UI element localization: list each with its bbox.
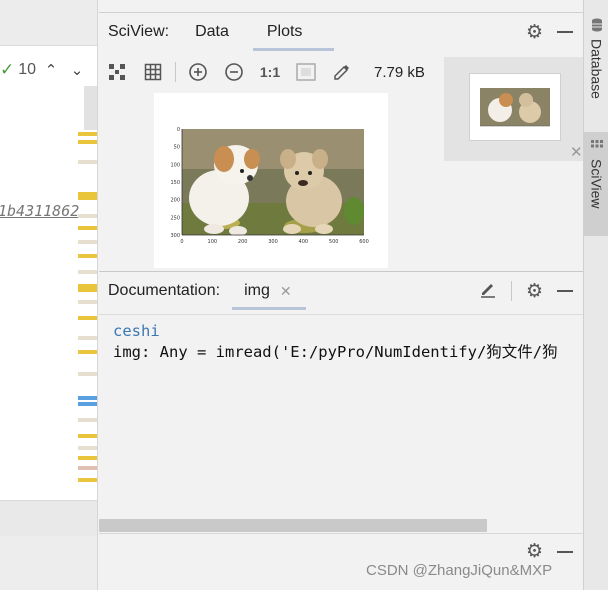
- y-tick-label: 250: [170, 215, 180, 221]
- y-tick-label: 200: [170, 198, 180, 204]
- editor-gutter: [84, 86, 97, 130]
- stripe-marker[interactable]: [78, 466, 97, 470]
- close-tab-icon[interactable]: ✕: [280, 272, 292, 310]
- sciview-icon: [590, 140, 603, 155]
- sciview-header: SciView: Data Plots ⚙: [99, 13, 583, 51]
- stripe-marker[interactable]: [78, 396, 97, 400]
- stripe-marker[interactable]: [78, 434, 97, 438]
- fit-icon[interactable]: [99, 58, 135, 86]
- right-tool-strip: Database SciView: [583, 0, 608, 590]
- sciview-header-actions: ⚙: [526, 13, 583, 51]
- stripe-marker[interactable]: [78, 226, 97, 230]
- inspection-widget[interactable]: ✓ 10 ⌃ ⌄: [0, 56, 97, 84]
- stripe-marker[interactable]: [78, 284, 97, 292]
- plot-image: 0 100 200 300 400 500 600 0 50 100 150 200 250 300: [170, 127, 369, 245]
- next-highlight-icon[interactable]: ⌄: [66, 61, 88, 79]
- database-tab-label: Database: [588, 39, 605, 99]
- actual-size-icon[interactable]: 1:1: [252, 58, 288, 86]
- stripe-marker[interactable]: [78, 240, 97, 244]
- doc-signature: img: Any = imread('E:/pyPro/NumIdentify/…: [113, 343, 558, 361]
- watermark: CSDN @ZhangJiQun&MXP: [366, 562, 553, 579]
- x-tick-label: 400: [299, 239, 309, 245]
- y-tick-label: 50: [174, 145, 180, 151]
- minimize-icon[interactable]: [557, 31, 573, 33]
- color-picker-icon[interactable]: [324, 58, 360, 86]
- stripe-marker[interactable]: [78, 300, 97, 304]
- gear-icon[interactable]: ⚙: [526, 21, 543, 44]
- x-tick-label: 600: [359, 239, 369, 245]
- sciview-title: SciView:: [108, 23, 170, 40]
- x-tick-label: 0: [180, 239, 183, 245]
- previous-highlight-icon[interactable]: ⌃: [40, 61, 62, 79]
- sciview-panel: SciView: Data Plots ⚙ 1:1 7.79 kB 0 100 …: [99, 12, 583, 270]
- sciview-tool-tab[interactable]: SciView: [584, 132, 608, 236]
- database-icon: [591, 18, 603, 35]
- editor-footer-area: [0, 536, 97, 590]
- documentation-header: Documentation: img ✕ ⚙: [99, 272, 583, 310]
- bottom-actions: ⚙: [526, 540, 573, 563]
- stripe-marker[interactable]: [78, 254, 97, 258]
- edit-source-icon[interactable]: [479, 280, 497, 303]
- documentation-panel: Documentation: img ✕ ⚙ ceshi img: Any = …: [99, 271, 583, 533]
- y-tick-label: 100: [170, 162, 180, 168]
- stripe-marker[interactable]: [78, 132, 97, 136]
- stripe-marker[interactable]: [78, 270, 97, 274]
- x-tick-label: 300: [268, 239, 278, 245]
- minimize-icon[interactable]: [557, 290, 573, 292]
- doc-module-name[interactable]: ceshi: [113, 321, 583, 342]
- y-tick-label: 300: [170, 233, 180, 239]
- stripe-marker[interactable]: [78, 140, 97, 144]
- stripe-marker[interactable]: [78, 478, 97, 482]
- editor-tab-band: [0, 0, 97, 46]
- editor-hash-text[interactable]: 1b4311862: [0, 202, 79, 220]
- stripe-marker[interactable]: [78, 336, 97, 340]
- tab-plots[interactable]: Plots: [253, 13, 334, 51]
- x-tick-label: 200: [238, 239, 248, 245]
- documentation-body: ceshi img: Any = imread('E:/pyPro/NumIde…: [99, 314, 583, 519]
- zoom-in-icon[interactable]: [180, 58, 216, 86]
- plot-thumbnail-strip: ✕: [444, 57, 583, 161]
- stripe-marker[interactable]: [78, 446, 97, 450]
- documentation-header-actions: ⚙: [479, 272, 583, 310]
- tab-img-label: img: [244, 282, 270, 299]
- database-tool-tab[interactable]: Database: [584, 10, 608, 99]
- toolbar-separator: [175, 62, 176, 82]
- stripe-marker[interactable]: [78, 160, 97, 164]
- stripe-marker[interactable]: [78, 214, 97, 218]
- tab-img[interactable]: img ✕: [232, 272, 305, 310]
- gear-icon[interactable]: ⚙: [526, 280, 543, 303]
- gear-icon[interactable]: ⚙: [526, 540, 543, 563]
- plots-toolbar: 1:1 7.79 kB: [99, 57, 444, 87]
- stripe-marker[interactable]: [78, 372, 97, 376]
- y-tick-label: 150: [170, 180, 180, 186]
- sciview-tab-label: SciView: [588, 159, 605, 209]
- documentation-title: Documentation:: [108, 282, 221, 299]
- y-tick-label: 0: [177, 127, 180, 133]
- stripe-marker[interactable]: [78, 192, 97, 200]
- plot-canvas[interactable]: 0 100 200 300 400 500 600 0 50 100 150 200 250 300: [154, 93, 388, 268]
- inspection-count: 10: [18, 61, 37, 78]
- stripe-marker[interactable]: [78, 402, 97, 406]
- horizontal-scrollbar[interactable]: [99, 519, 487, 532]
- stripe-marker[interactable]: [78, 456, 97, 460]
- stripe-marker[interactable]: [78, 316, 97, 320]
- grid-icon[interactable]: [135, 58, 171, 86]
- editor-hscroll-area: [0, 500, 97, 536]
- tab-data[interactable]: Data: [195, 13, 229, 51]
- close-thumbnail-icon[interactable]: ✕: [570, 143, 583, 161]
- stripe-marker[interactable]: [78, 418, 97, 422]
- x-tick-label: 500: [329, 239, 339, 245]
- zoom-out-icon[interactable]: [216, 58, 252, 86]
- check-icon: ✓: [0, 60, 15, 79]
- fit-window-icon[interactable]: [288, 58, 324, 86]
- header-separator: [510, 281, 512, 301]
- image-size-label: 7.79 kB: [374, 63, 425, 81]
- plot-thumbnail[interactable]: [469, 73, 561, 141]
- stripe-marker[interactable]: [78, 350, 97, 354]
- x-tick-label: 100: [208, 239, 218, 245]
- minimize-icon[interactable]: [557, 550, 573, 553]
- editor-strip: ✓ 10 ⌃ ⌄ 1b4311862: [0, 0, 98, 590]
